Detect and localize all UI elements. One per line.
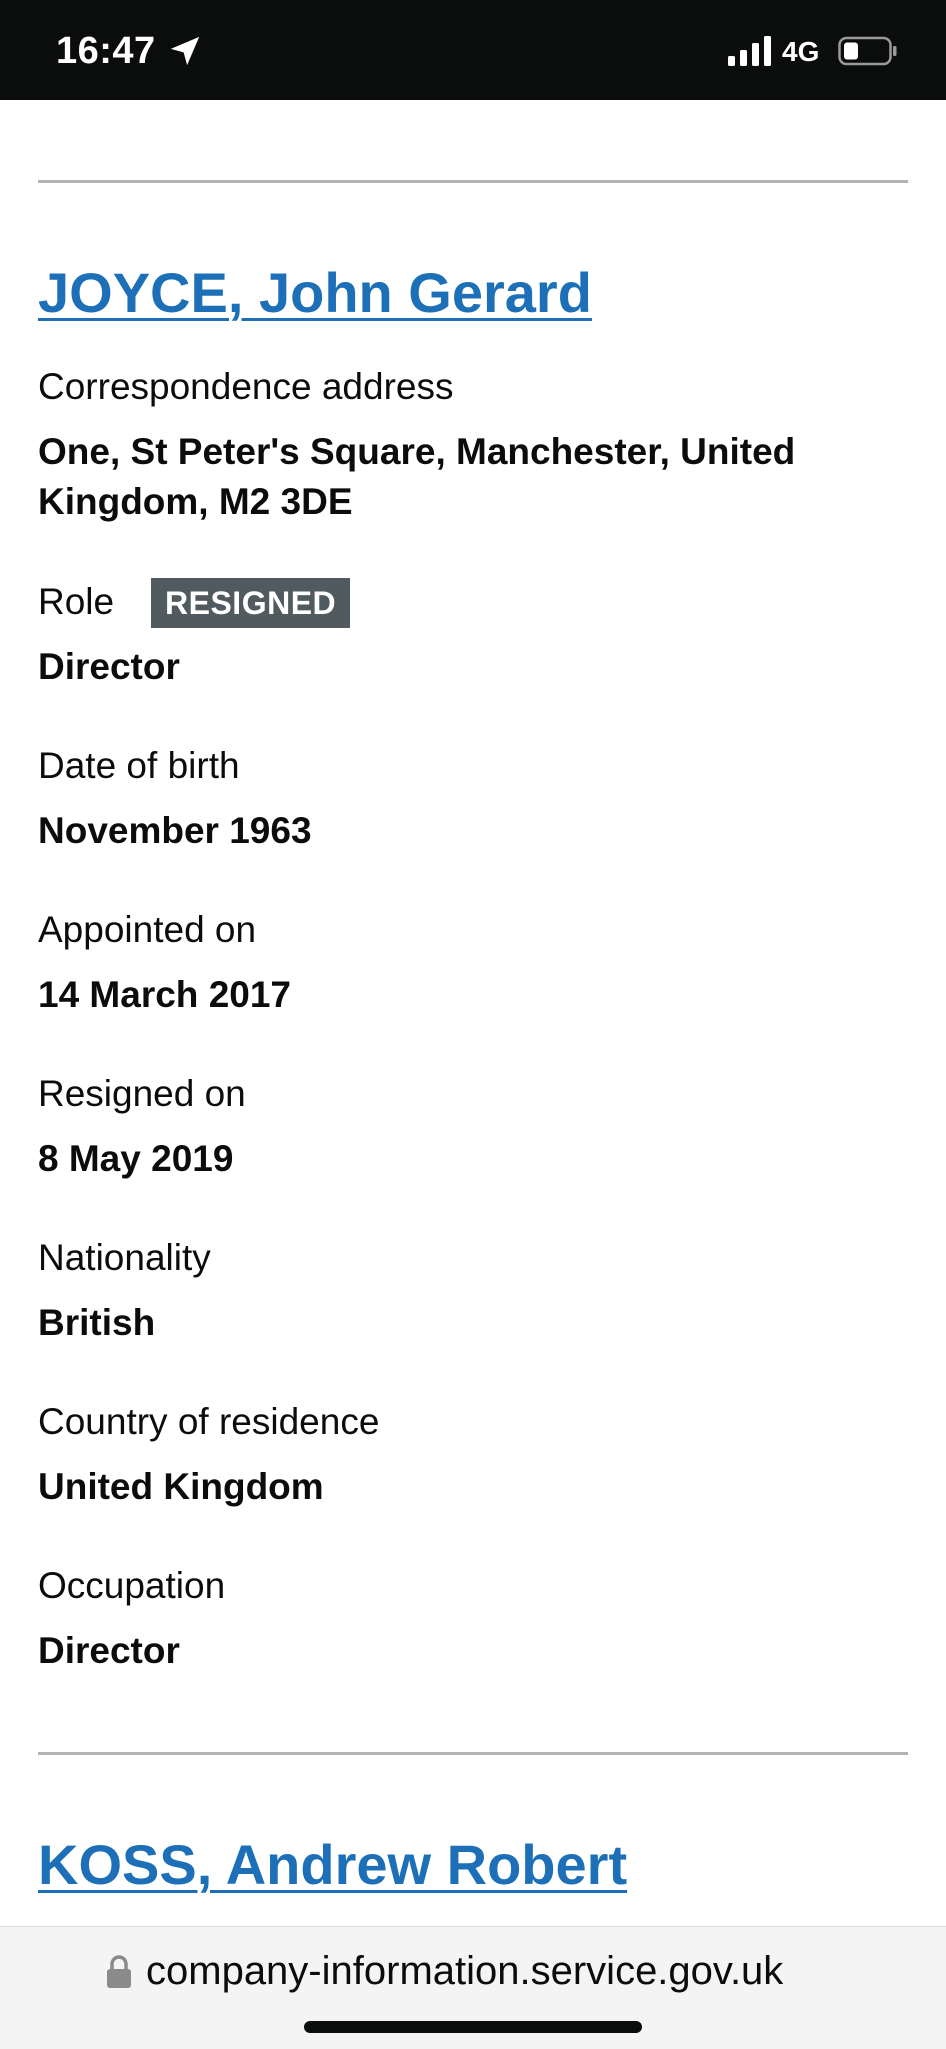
status-time: 16:47	[56, 30, 156, 72]
role-label: Role	[38, 581, 115, 622]
section-divider	[38, 180, 908, 183]
battery-icon	[838, 36, 897, 66]
location-arrow-icon	[170, 36, 200, 66]
network-label: 4G	[782, 36, 820, 67]
lock-icon	[107, 1955, 131, 1988]
nationality-label: Nationality	[38, 1237, 211, 1278]
signal-icon	[728, 36, 771, 66]
officer-name-link[interactable]: KOSS, Andrew Robert	[38, 1832, 627, 1897]
home-indicator[interactable]	[304, 2021, 642, 2033]
resigned-label: Resigned on	[38, 1073, 246, 1114]
appointed-label: Appointed on	[38, 909, 257, 950]
resigned-status-tag: RESIGNED	[151, 578, 351, 628]
dob-label: Date of birth	[38, 745, 240, 786]
residence-value: United Kingdom	[38, 1466, 324, 1507]
appointed-value: 14 March 2017	[38, 974, 292, 1015]
url-bar[interactable]: company-information.service.gov.uk	[0, 1926, 946, 2049]
role-value: Director	[38, 646, 180, 687]
correspondence-address-line1: One, St Peter's Square, Manchester, Unit…	[38, 431, 796, 472]
nationality-value: British	[38, 1302, 156, 1343]
resigned-value: 8 May 2019	[38, 1138, 234, 1179]
correspondence-address-line2: Kingdom, M2 3DE	[38, 481, 353, 522]
status-bar: 16:47 4G	[0, 0, 946, 100]
dob-value: November 1963	[38, 810, 312, 851]
occupation-value: Director	[38, 1630, 180, 1671]
residence-label: Country of residence	[38, 1401, 380, 1442]
officer-name-link[interactable]: JOYCE, John Gerard	[38, 260, 592, 325]
correspondence-address-label: Correspondence address	[38, 366, 454, 407]
url-text[interactable]: company-information.service.gov.uk	[146, 1949, 783, 1994]
occupation-label: Occupation	[38, 1565, 226, 1606]
section-divider	[38, 1752, 908, 1755]
